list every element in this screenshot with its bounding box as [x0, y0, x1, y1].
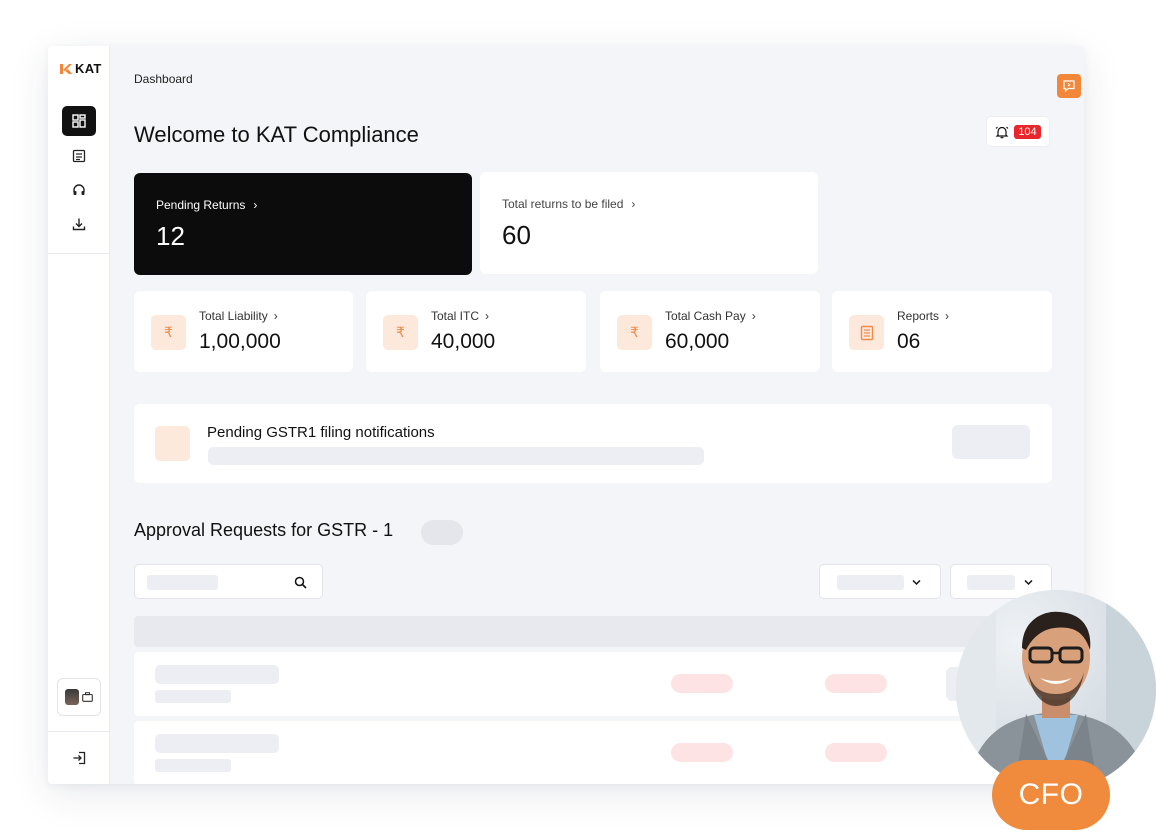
sidebar-item-downloads[interactable] [62, 209, 96, 239]
filter-dropdown-1[interactable] [819, 564, 941, 599]
brand-logo[interactable]: KAT [59, 61, 102, 76]
status-badge [825, 674, 887, 693]
kat-logo-icon [60, 63, 72, 74]
stat-value: 60,000 [665, 330, 730, 353]
sidebar-item-returns[interactable] [62, 141, 96, 171]
status-badge [825, 743, 887, 762]
brand-name: KAT [75, 61, 102, 76]
role-badge: CFO [992, 760, 1110, 830]
sidebar-item-dashboard[interactable] [62, 106, 96, 136]
gstr1-notifications-card[interactable]: Pending GSTR1 filing notifications [134, 404, 1052, 483]
stat-label-row: Reports › [897, 309, 949, 323]
dropdown-placeholder [967, 575, 1015, 590]
sidebar-divider [48, 253, 110, 254]
stat-value: 1,00,000 [199, 330, 281, 353]
count-pill-placeholder [421, 520, 463, 545]
total-returns-value: 60 [502, 220, 531, 250]
chat-button[interactable] [1057, 74, 1081, 98]
rupee-icon: ₹ [151, 315, 186, 350]
stat-label-row: Total Liability › [199, 309, 278, 323]
dropdown-placeholder [837, 575, 904, 590]
table-header [134, 616, 1052, 647]
chevron-right-icon: › [945, 309, 950, 323]
search-icon [294, 576, 307, 589]
notification-icon-placeholder [155, 426, 190, 461]
search-placeholder [147, 575, 218, 590]
stat-label: Total ITC [431, 309, 480, 323]
table-row[interactable] [134, 652, 1052, 716]
briefcase-icon [82, 692, 93, 702]
breadcrumb[interactable]: Dashboard [134, 72, 193, 86]
page-title: Welcome to KAT Compliance [134, 122, 419, 147]
pending-returns-card[interactable]: Pending Returns › 12 [134, 173, 472, 275]
report-icon [849, 315, 884, 350]
returns-icon [72, 149, 86, 163]
section-title: Approval Requests for GSTR - 1 [134, 520, 394, 540]
stat-label: Reports [897, 309, 940, 323]
main-content: Dashboard Welcome to KAT Compliance 104 … [110, 46, 1084, 784]
chevron-down-icon [912, 579, 921, 586]
pending-returns-value: 12 [156, 221, 185, 251]
text-placeholder [155, 759, 231, 772]
logout-button[interactable] [62, 743, 96, 773]
text-placeholder [208, 447, 704, 465]
stat-label: Total Liability [199, 309, 268, 323]
chevron-down-icon [1024, 579, 1033, 586]
total-returns-card[interactable]: Total returns to be filed › 60 [480, 172, 818, 274]
headset-icon [73, 184, 85, 195]
notification-count-badge: 104 [1014, 124, 1041, 139]
stat-card-total-itc[interactable]: ₹ Total ITC › 40,000 [366, 291, 586, 372]
stat-label: Total Cash Pay [665, 309, 746, 323]
pending-returns-label-row: Pending Returns › [156, 198, 257, 212]
text-placeholder [155, 734, 279, 753]
chat-icon [1063, 80, 1075, 92]
logout-icon [73, 751, 86, 765]
notifications-button[interactable]: 104 [986, 116, 1050, 147]
text-placeholder [155, 690, 231, 703]
rupee-icon: ₹ [617, 315, 652, 350]
stat-card-total-cash-pay[interactable]: ₹ Total Cash Pay › 60,000 [600, 291, 820, 372]
rupee-icon: ₹ [383, 315, 418, 350]
stat-label-row: Total ITC › [431, 309, 489, 323]
notice-title: Pending GSTR1 filing notifications [207, 424, 435, 441]
text-placeholder [155, 665, 279, 684]
chevron-right-icon: › [631, 197, 636, 211]
chevron-right-icon: › [273, 309, 278, 323]
sidebar: KAT [48, 46, 110, 784]
stat-card-total-liability[interactable]: ₹ Total Liability › 1,00,000 [134, 291, 353, 372]
total-returns-label: Total returns to be filed [502, 197, 624, 211]
stat-value: 06 [897, 330, 921, 353]
total-returns-label-row: Total returns to be filed › [502, 197, 635, 211]
sidebar-item-support[interactable] [62, 175, 96, 205]
stat-label-row: Total Cash Pay › [665, 309, 756, 323]
chevron-right-icon: › [751, 309, 756, 323]
search-input[interactable] [134, 564, 323, 599]
bell-icon [995, 126, 1009, 138]
dashboard-icon [72, 114, 86, 128]
chevron-right-icon: › [253, 198, 258, 212]
table-row[interactable] [134, 721, 1052, 784]
pending-returns-label: Pending Returns [156, 198, 246, 212]
download-icon [72, 218, 86, 231]
chevron-right-icon: › [485, 309, 490, 323]
stat-value: 40,000 [431, 330, 496, 353]
status-badge [671, 674, 733, 693]
action-button-placeholder[interactable] [952, 425, 1030, 459]
stat-card-reports[interactable]: Reports › 06 [832, 291, 1052, 372]
status-badge [671, 743, 733, 762]
org-switcher-button[interactable] [57, 678, 101, 716]
avatar [65, 689, 79, 705]
app-window: KAT Dashboard Welcome to KAT Compliance … [48, 46, 1084, 784]
sidebar-divider-bottom [48, 731, 110, 732]
